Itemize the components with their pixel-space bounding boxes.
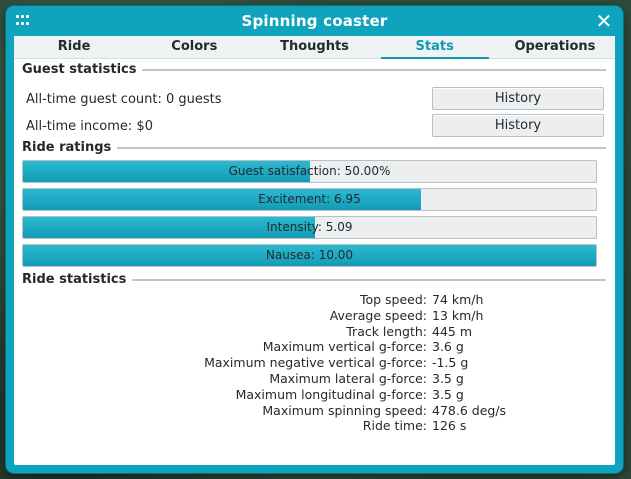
income-label: All-time income: $0: [26, 119, 153, 134]
guest-statistics-heading: Guest statistics: [22, 62, 606, 77]
excitement-bar: Excitement: 6.95: [22, 188, 597, 211]
stat-key: Maximum spinning speed:: [262, 402, 427, 418]
stat-key: Ride time:: [362, 418, 427, 434]
ride-ratings-heading: Ride ratings: [22, 140, 606, 155]
stat-value: 3.5 g: [432, 371, 464, 386]
stat-row: Average speed: 13 km/h: [14, 308, 615, 324]
income-history-button[interactable]: History: [432, 114, 604, 137]
divider: [142, 68, 606, 71]
stat-key: Average speed:: [329, 307, 427, 323]
stat-value: 3.6 g: [432, 339, 464, 355]
stat-row: Maximum lateral g-force: 3.5 g: [14, 371, 615, 387]
tab-bar: Ride Colors Thoughts Stats Operations: [14, 36, 615, 59]
divider: [132, 278, 606, 281]
stat-row: Maximum vertical g-force: 3.6 g: [14, 339, 615, 355]
stat-value: 126 s: [432, 418, 467, 434]
ride-ratings-heading-text: Ride ratings: [22, 140, 112, 155]
stat-value: 74 km/h: [432, 292, 484, 307]
stat-row: Track length: 445 m: [14, 324, 615, 340]
stat-key: Maximum longitudinal g-force:: [235, 386, 427, 402]
window-content: Ride Colors Thoughts Stats Operations Gu…: [14, 36, 615, 465]
tab-operations[interactable]: Operations: [495, 36, 615, 58]
tab-stats[interactable]: Stats: [375, 36, 495, 59]
stat-value: 13 km/h: [432, 307, 484, 323]
intensity-bar: Intensity: 5.09: [22, 216, 597, 239]
title-bar[interactable]: Spinning coaster ✕: [6, 6, 623, 36]
bar-label: Guest satisfaction: 50.00%: [228, 164, 391, 178]
stat-row: Ride time: 126 s: [14, 418, 615, 434]
stat-row: Maximum longitudinal g-force: 3.5 g: [14, 387, 615, 403]
window-title: Spinning coaster: [241, 12, 388, 30]
tab-ride[interactable]: Ride: [14, 36, 134, 58]
stat-value: -1.5 g: [432, 355, 469, 371]
stat-key: Track length:: [346, 323, 427, 339]
drag-grip-icon[interactable]: [16, 15, 30, 27]
ride-statistics-heading-text: Ride statistics: [22, 272, 127, 287]
guest-satisfaction-bar: Guest satisfaction: 50.00%: [22, 160, 597, 183]
stat-row: Top speed: 74 km/h: [14, 292, 615, 308]
stat-value: 3.5 g: [432, 386, 464, 402]
stat-key: Maximum negative vertical g-force:: [204, 355, 427, 371]
guest-count-label: All-time guest count: 0 guests: [26, 92, 222, 107]
tab-colors[interactable]: Colors: [134, 36, 254, 58]
ride-statistics-heading: Ride statistics: [22, 272, 606, 287]
guest-statistics-heading-text: Guest statistics: [22, 62, 137, 77]
stat-value: 478.6 deg/s: [432, 402, 507, 418]
stat-row: Maximum spinning speed: 478.6 deg/s: [14, 403, 615, 419]
stat-key: Maximum vertical g-force:: [262, 339, 427, 355]
bar-label: Excitement: 6.95: [258, 192, 361, 206]
stat-row: Maximum negative vertical g-force: -1.5 g: [14, 355, 615, 371]
guest-count-history-button[interactable]: History: [432, 87, 604, 110]
bar-label: Nausea: 10.00: [265, 248, 354, 262]
stat-key: Top speed:: [359, 292, 427, 307]
bar-label: Intensity: 5.09: [266, 220, 353, 234]
stat-value: 445 m: [432, 323, 473, 339]
divider: [117, 146, 606, 149]
nausea-bar: Nausea: 10.00: [22, 244, 597, 267]
stat-key: Maximum lateral g-force:: [269, 371, 427, 386]
ride-window: Spinning coaster ✕ Ride Colors Thoughts …: [6, 6, 623, 473]
close-icon[interactable]: ✕: [595, 11, 613, 31]
tab-thoughts[interactable]: Thoughts: [254, 36, 374, 58]
